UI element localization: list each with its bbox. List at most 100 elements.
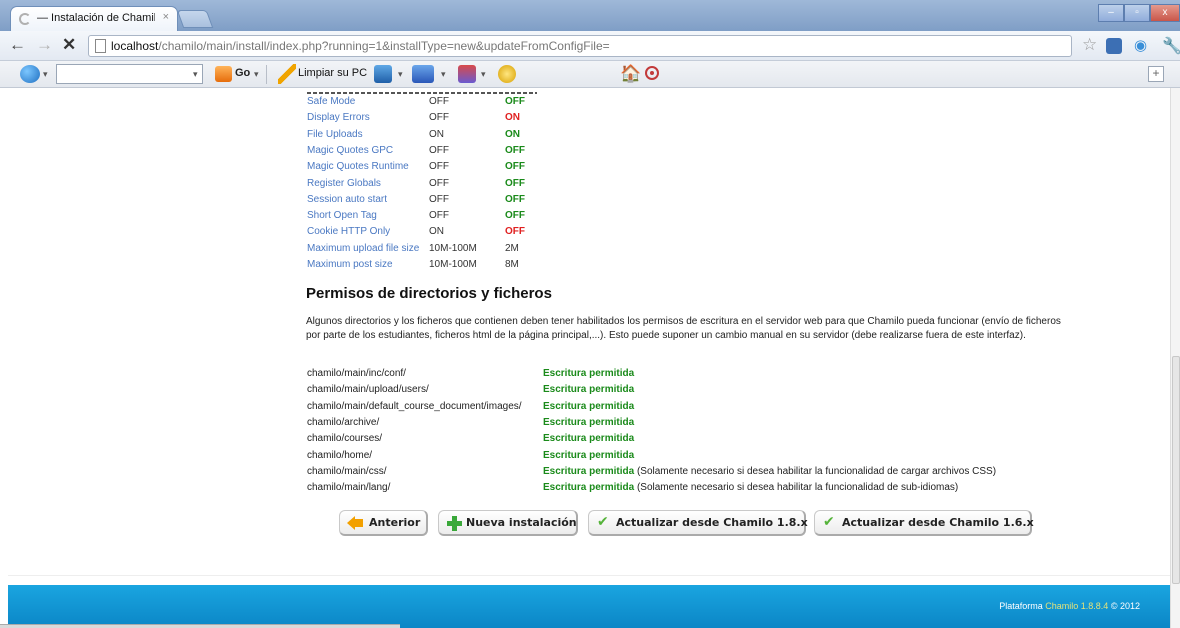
permission-status: Escritura permitida: [543, 465, 635, 477]
vertical-scrollbar[interactable]: [1170, 88, 1180, 628]
directory-path: chamilo/main/inc/conf/: [307, 368, 406, 379]
footer-divider: [8, 575, 1170, 576]
php-param-current: ON: [505, 112, 520, 124]
permission-status: Escritura permitida: [543, 368, 635, 379]
permissions-description: Algunos directorios y los ficheros que c…: [306, 316, 1061, 341]
close-window-button[interactable]: x: [1150, 4, 1180, 22]
addon-toolbar: ▾ ▾ Go ▾ Limpiar su PC ▾ ▾ ▾ 🏠 +: [0, 61, 1180, 88]
php-param-current: OFF: [505, 144, 525, 156]
footer-brand-link[interactable]: Chamilo 1.8.8.4: [1045, 601, 1108, 611]
scrollbar-thumb[interactable]: [1172, 356, 1180, 584]
monitor-dropdown-icon[interactable]: ▾: [398, 69, 403, 80]
address-bar[interactable]: localhost/chamilo/main/install/index.php…: [88, 35, 1072, 57]
new-tab-button[interactable]: [176, 10, 214, 28]
target-icon[interactable]: [645, 66, 659, 80]
permission-status-wrapper: Escritura permitida: [543, 368, 634, 379]
chevron-down-icon[interactable]: ▾: [43, 69, 48, 80]
stop-button[interactable]: ✕: [62, 35, 76, 55]
disk-icon[interactable]: [498, 65, 516, 83]
tab-close-icon[interactable]: ×: [163, 11, 169, 23]
footer-platform: Plataforma: [999, 601, 1043, 611]
php-param-name-link[interactable]: Safe Mode: [307, 96, 355, 107]
php-param-name-link[interactable]: File Uploads: [307, 129, 363, 140]
wrench-menu-icon[interactable]: 🔧: [1162, 36, 1180, 56]
php-param-name-link[interactable]: Cookie HTTP Only: [307, 226, 390, 237]
minimize-button[interactable]: –: [1098, 4, 1124, 22]
window-titlebar: — Instalación de Chamilo × – ▫ x: [0, 0, 1180, 32]
permission-status-wrapper: Escritura permitida (Solamente necesario…: [543, 466, 996, 477]
navigation-bar: ← → ✕ localhost/chamilo/main/install/ind…: [0, 31, 1180, 61]
network-dropdown-icon[interactable]: ▾: [441, 69, 446, 80]
previous-button-label: Anterior: [369, 516, 421, 529]
search-dropdown-icon[interactable]: ▾: [193, 69, 198, 80]
php-param-current: 2M: [505, 242, 519, 254]
permission-status: Escritura permitida: [543, 482, 635, 494]
directory-path: chamilo/courses/: [307, 433, 383, 445]
permission-status-wrapper: Escritura permitida: [543, 401, 634, 412]
php-param-recommended: 10M-100M: [429, 259, 477, 270]
home-icon[interactable]: 🏠: [620, 64, 641, 84]
extension-eye-icon[interactable]: ◉: [1134, 36, 1147, 54]
back-button[interactable]: ←: [9, 35, 26, 55]
toolbar-logo-icon[interactable]: [20, 65, 40, 83]
directory-path: chamilo/main/lang/: [307, 482, 391, 494]
clean-pc-button[interactable]: Limpiar su PC: [298, 67, 367, 79]
update-18-button[interactable]: ✔ Actualizar desde Chamilo 1.8.x: [588, 510, 808, 536]
url-text: localhost/chamilo/main/install/index.php…: [111, 39, 610, 53]
php-param-name-link[interactable]: Magic Quotes Runtime: [307, 161, 409, 172]
php-param-current: ON: [505, 128, 520, 140]
toolbar-divider: [266, 65, 267, 84]
go-dropdown-icon[interactable]: ▾: [254, 69, 259, 80]
php-param-name-link[interactable]: Register Globals: [307, 178, 381, 189]
php-param-recommended: ON: [429, 128, 444, 140]
php-param-current: OFF: [505, 177, 525, 189]
forward-button[interactable]: →: [36, 35, 53, 55]
php-param-current: 8M: [505, 259, 519, 270]
new-install-button[interactable]: Nueva instalación: [438, 510, 578, 536]
directory-path: chamilo/main/css/: [307, 465, 387, 477]
arrow-left-icon: [347, 516, 363, 530]
monitor-icon[interactable]: [374, 65, 392, 83]
php-param-name-link[interactable]: Maximum upload file size: [307, 243, 419, 254]
page-content: Safe Mode OFF OFF Display Errors OFF ON File U…: [0, 88, 1180, 628]
php-param-recommended: OFF: [429, 177, 449, 189]
permission-note: (Solamente necesario si desea habilitar …: [636, 482, 959, 494]
php-param-name-link[interactable]: Short Open Tag: [307, 210, 377, 221]
permission-status: Escritura permitida: [543, 449, 635, 461]
php-param-name-link[interactable]: Maximum post size: [307, 259, 393, 270]
maximize-button[interactable]: ▫: [1124, 4, 1150, 22]
permission-status-wrapper: Escritura permitida: [543, 384, 634, 395]
tools-icon[interactable]: [458, 65, 476, 83]
php-param-name-link[interactable]: Display Errors: [307, 112, 370, 123]
previous-button[interactable]: Anterior: [339, 510, 428, 536]
permission-status-wrapper: Escritura permitida (Solamente necesario…: [543, 482, 958, 493]
go-button[interactable]: Go: [235, 67, 250, 79]
broom-icon[interactable]: [278, 64, 296, 84]
plus-icon: [447, 516, 462, 531]
browser-tab[interactable]: — Instalación de Chamilo ×: [10, 6, 178, 32]
search-engine-icon[interactable]: [215, 66, 232, 82]
php-param-recommended: OFF: [429, 96, 449, 107]
page-icon: [95, 39, 106, 53]
extension-icon[interactable]: [1106, 38, 1122, 54]
expand-toolbar-icon[interactable]: +: [1148, 66, 1164, 82]
directory-path: chamilo/archive/: [307, 416, 380, 428]
status-bar: [0, 624, 400, 628]
url-path: /chamilo/main/install/index.php?running=…: [158, 39, 610, 53]
php-param-recommended: OFF: [429, 193, 449, 205]
php-param-recommended: OFF: [429, 112, 449, 124]
new-install-button-label: Nueva instalación: [466, 516, 577, 529]
php-param-current: OFF: [505, 96, 525, 107]
php-param-recommended: ON: [429, 226, 444, 238]
toolbar-search-input[interactable]: [56, 64, 203, 84]
network-icon[interactable]: [412, 65, 434, 83]
permission-status-wrapper: Escritura permitida: [543, 450, 634, 461]
php-param-name-link[interactable]: Magic Quotes GPC: [307, 145, 393, 156]
bookmark-star-icon[interactable]: ☆: [1082, 35, 1097, 55]
update-16-button[interactable]: ✔ Actualizar desde Chamilo 1.6.x: [814, 510, 1034, 536]
directory-path: chamilo/main/default_course_document/ima…: [307, 400, 522, 412]
php-param-name-link[interactable]: Session auto start: [307, 194, 387, 205]
directory-path: chamilo/home/: [307, 449, 373, 461]
php-param-recommended: 10M-100M: [429, 242, 477, 254]
tools-dropdown-icon[interactable]: ▾: [481, 69, 486, 80]
